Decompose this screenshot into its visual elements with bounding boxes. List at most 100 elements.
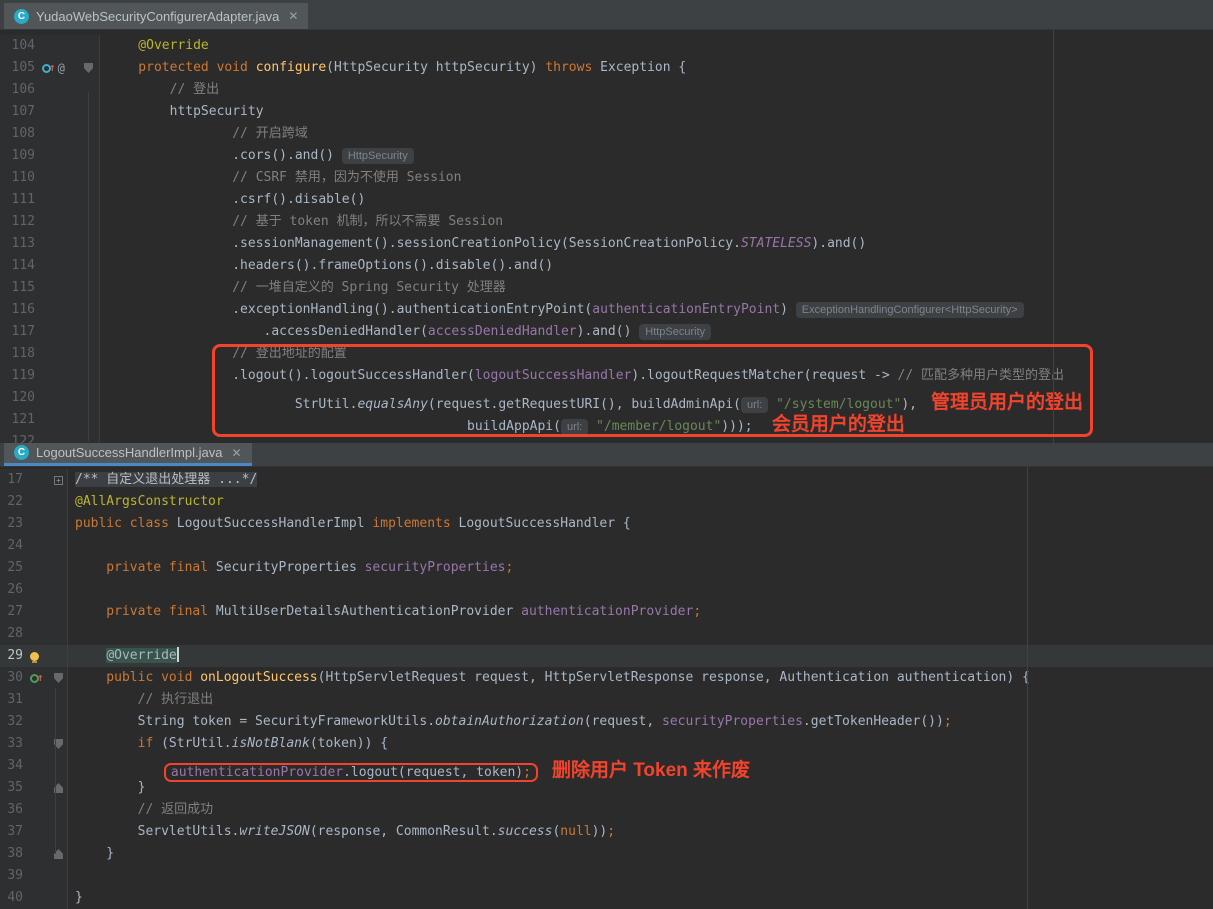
code-segment: MultiUserDetailsAuthenticationProvider: [216, 604, 521, 619]
gutter-icons: [30, 469, 50, 491]
code-segment: @AllArgsConstructor: [75, 494, 224, 509]
code-line-23[interactable]: 23public class LogoutSuccessHandlerImpl …: [0, 513, 1213, 535]
fold-column: [50, 645, 67, 667]
inlay-hint: HttpSecurity: [342, 148, 414, 164]
code-line-37[interactable]: 37 ServletUtils.writeJSON(response, Comm…: [0, 821, 1213, 843]
code-line-104[interactable]: 104 @Override: [0, 35, 1213, 57]
code-segment: writeJSON: [239, 824, 309, 839]
code-segment: (HttpSecurity httpSecurity): [326, 60, 545, 75]
code-segment: ).logoutRequestMatcher(request ->: [631, 368, 897, 383]
gutter-icons: [30, 887, 50, 909]
code-segment: ;: [693, 604, 701, 619]
code-line-110[interactable]: 110 // CSRF 禁用，因为不使用 Session: [0, 167, 1213, 189]
code-line-113[interactable]: 113 .sessionManagement().sessionCreation…: [0, 233, 1213, 255]
code-line-28[interactable]: 28: [0, 623, 1213, 645]
gutter: 37: [0, 821, 68, 843]
code-line-31[interactable]: 31 // 执行退出: [0, 689, 1213, 711]
code-segment: throws: [545, 60, 600, 75]
line-number: 113: [0, 233, 42, 255]
fold-expand-icon[interactable]: +: [54, 476, 63, 485]
gutter: 107: [0, 101, 100, 123]
code-line-122[interactable]: 122: [0, 431, 1213, 443]
code-line-108[interactable]: 108 // 开启跨域: [0, 123, 1213, 145]
code-line-27[interactable]: 27 private final MultiUserDetailsAuthent…: [0, 601, 1213, 623]
gutter: 106: [0, 79, 100, 101]
close-icon[interactable]: ✕: [231, 446, 241, 460]
right-margin-guide: [1053, 30, 1054, 443]
code-line-30[interactable]: 30↑ public void onLogoutSuccess(HttpServ…: [0, 667, 1213, 689]
code-line-109[interactable]: 109 .cors().and() HttpSecurity: [0, 145, 1213, 167]
code-line-120[interactable]: 120 StrUtil.equalsAny(request.getRequest…: [0, 387, 1213, 409]
line-number: 104: [0, 35, 42, 57]
code-line-117[interactable]: 117 .accessDeniedHandler(accessDeniedHan…: [0, 321, 1213, 343]
tab-yudao-web-security-configurer-adapter[interactable]: C YudaoWebSecurityConfigurerAdapter.java…: [4, 3, 308, 29]
code-text: .accessDeniedHandler(accessDeniedHandler…: [100, 321, 1213, 343]
code-editor-top[interactable]: 104 @Override105↑@ protected void config…: [0, 30, 1213, 443]
code-line-40[interactable]: 40}: [0, 887, 1213, 909]
code-line-17[interactable]: 17+/** 自定义退出处理器 ...*/: [0, 469, 1213, 491]
code-line-121[interactable]: 121 buildAppApi(url: "/member/logout")))…: [0, 409, 1213, 431]
code-line-111[interactable]: 111 .csrf().disable(): [0, 189, 1213, 211]
code-line-119[interactable]: 119 .logout().logoutSuccessHandler(logou…: [0, 365, 1213, 387]
code-line-36[interactable]: 36 // 返回成功: [0, 799, 1213, 821]
code-segment: .cors().and(): [107, 148, 342, 163]
code-segment: (request,: [584, 714, 662, 729]
code-line-34[interactable]: 34 authenticationProvider.logout(request…: [0, 755, 1213, 777]
code-text: // 基于 token 机制，所以不需要 Session: [100, 211, 1213, 233]
code-segment: ServletUtils.: [75, 824, 239, 839]
code-line-116[interactable]: 116 .exceptionHandling().authenticationE…: [0, 299, 1213, 321]
fold-collapse-icon[interactable]: [84, 63, 93, 73]
code-line-115[interactable]: 115 // 一堆自定义的 Spring Security 处理器: [0, 277, 1213, 299]
close-icon[interactable]: ✕: [288, 9, 298, 23]
code-line-32[interactable]: 32 String token = SecurityFrameworkUtils…: [0, 711, 1213, 733]
fold-column: [50, 535, 67, 557]
code-line-112[interactable]: 112 // 基于 token 机制，所以不需要 Session: [0, 211, 1213, 233]
code-line-33[interactable]: 33 if (StrUtil.isNotBlank(token)) {: [0, 733, 1213, 755]
code-text: authenticationProvider.logout(request, t…: [68, 755, 1213, 777]
fold-scope-line: [88, 92, 89, 441]
code-line-35[interactable]: 35 }: [0, 777, 1213, 799]
line-number: 37: [0, 821, 30, 843]
code-line-22[interactable]: 22@AllArgsConstructor: [0, 491, 1213, 513]
code-text: private final SecurityProperties securit…: [68, 557, 1213, 579]
override-method-icon[interactable]: ↑: [42, 57, 56, 79]
code-line-39[interactable]: 39: [0, 865, 1213, 887]
code-text: .csrf().disable(): [100, 189, 1213, 211]
code-text: // 一堆自定义的 Spring Security 处理器: [100, 277, 1213, 299]
gutter: 25: [0, 557, 68, 579]
code-segment: // 登出: [107, 82, 219, 97]
code-line-107[interactable]: 107 httpSecurity: [0, 101, 1213, 123]
code-segment: public void: [75, 670, 200, 685]
gutter-icons: [42, 35, 78, 57]
tab-logout-success-handler-impl[interactable]: C LogoutSuccessHandlerImpl.java ✕: [4, 443, 252, 466]
code-text: public class LogoutSuccessHandlerImpl im…: [68, 513, 1213, 535]
code-text: .cors().and() HttpSecurity: [100, 145, 1213, 167]
code-segment: STATELESS: [741, 236, 811, 251]
code-text: httpSecurity: [100, 101, 1213, 123]
code-line-118[interactable]: 118 // 登出地址的配置: [0, 343, 1213, 365]
intention-bulb-icon[interactable]: [30, 652, 39, 661]
line-number: 121: [0, 409, 42, 431]
line-number: 109: [0, 145, 42, 167]
code-line-29[interactable]: 29 @Override: [0, 645, 1213, 667]
gutter: 24: [0, 535, 68, 557]
code-editor-bottom[interactable]: 17+/** 自定义退出处理器 ...*/22@AllArgsConstruct…: [0, 467, 1213, 909]
code-line-26[interactable]: 26: [0, 579, 1213, 601]
fold-column: [50, 843, 67, 865]
code-segment: (HttpServletRequest request, HttpServlet…: [318, 670, 1030, 685]
code-line-106[interactable]: 106 // 登出: [0, 79, 1213, 101]
code-segment: (token)) {: [310, 736, 388, 751]
fold-collapse-icon[interactable]: [54, 673, 63, 683]
code-line-25[interactable]: 25 private final SecurityProperties secu…: [0, 557, 1213, 579]
code-segment: ): [780, 302, 796, 317]
implements-method-icon[interactable]: ↑: [30, 667, 44, 689]
code-line-38[interactable]: 38 }: [0, 843, 1213, 865]
gutter: 120: [0, 387, 100, 409]
code-segment: if: [75, 736, 161, 751]
line-number: 108: [0, 123, 42, 145]
code-line-114[interactable]: 114 .headers().frameOptions().disable().…: [0, 255, 1213, 277]
gutter: 114: [0, 255, 100, 277]
code-line-24[interactable]: 24: [0, 535, 1213, 557]
code-line-105[interactable]: 105↑@ protected void configure(HttpSecur…: [0, 57, 1213, 79]
line-number: 33: [0, 733, 30, 755]
